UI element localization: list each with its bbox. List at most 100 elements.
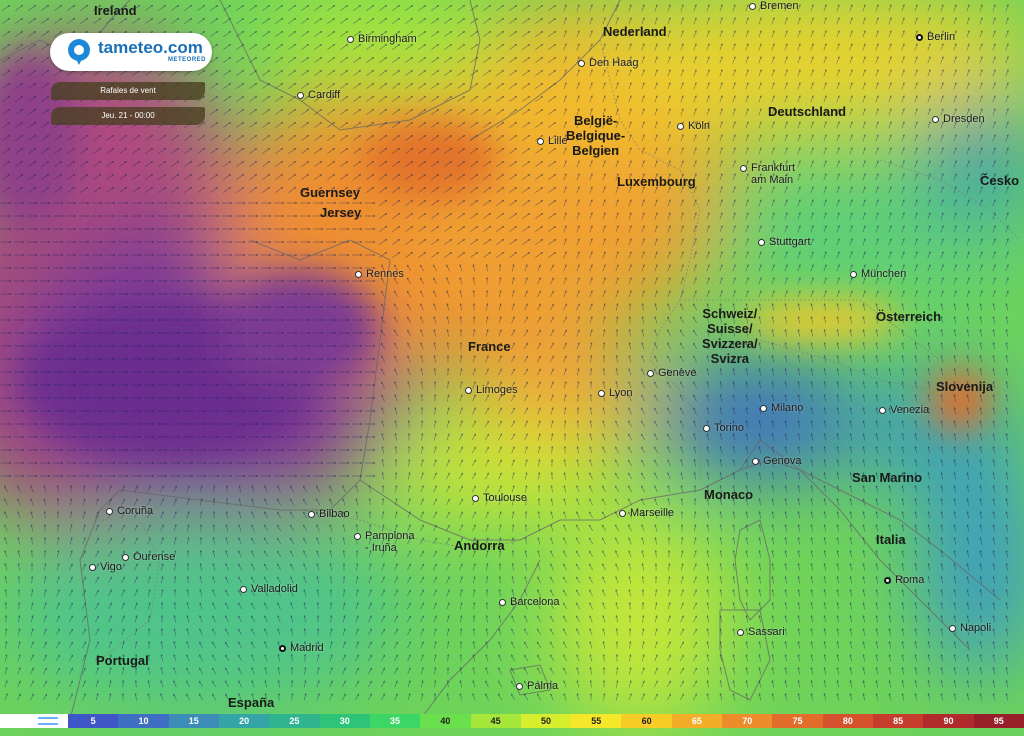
- city-label[interactable]: Milano: [760, 402, 803, 414]
- city-label[interactable]: Roma: [884, 574, 924, 586]
- city-label[interactable]: Frankfurt am Main: [740, 162, 795, 186]
- city-marker: [677, 122, 684, 130]
- city-label[interactable]: Birmingham: [347, 33, 417, 45]
- country-label: Monaco: [704, 487, 754, 502]
- city-label[interactable]: Pamplona - Iruña: [354, 530, 415, 554]
- city-label[interactable]: Lille: [537, 135, 568, 147]
- city-name: Vigo: [100, 561, 122, 573]
- city-marker: [89, 563, 96, 571]
- city-label[interactable]: Dresden: [932, 113, 985, 125]
- tameteo-logo[interactable]: tameteo.com METEORED: [50, 33, 212, 71]
- country-label: Ireland: [94, 3, 137, 18]
- city-marker: [850, 270, 857, 278]
- city-label[interactable]: Lyon: [598, 387, 632, 399]
- city-label[interactable]: Berlin: [916, 31, 955, 43]
- city-name: Berlin: [927, 31, 956, 43]
- city-label[interactable]: Madrid: [279, 642, 324, 654]
- city-marker: [879, 406, 886, 414]
- city-marker: [760, 404, 767, 412]
- city-name: Den Haag: [589, 57, 639, 69]
- city-marker: [598, 389, 605, 397]
- country-label: Jersey: [320, 205, 362, 220]
- country-label: Andorra: [454, 538, 505, 553]
- city-name: Genève: [658, 367, 697, 379]
- legend-cell: 30: [319, 714, 370, 728]
- city-label[interactable]: Palma: [516, 680, 558, 692]
- city-label[interactable]: Bilbao: [308, 508, 350, 520]
- city-marker: [916, 33, 923, 41]
- city-marker: [932, 115, 939, 123]
- country-label: Guernsey: [300, 185, 360, 200]
- city-label[interactable]: Marseille: [619, 507, 674, 519]
- city-name: Palma: [527, 680, 559, 692]
- city-label[interactable]: Toulouse: [472, 492, 527, 504]
- city-label[interactable]: Cardiff: [297, 89, 340, 101]
- city-label[interactable]: Köln: [677, 120, 710, 132]
- city-name: Lille: [548, 135, 568, 147]
- legend-cell: 90: [923, 714, 974, 728]
- legend-cell: 25: [269, 714, 320, 728]
- city-marker: [354, 532, 361, 540]
- city-label[interactable]: Genova: [752, 455, 802, 467]
- city-marker: [516, 682, 523, 690]
- country-label: France: [468, 339, 511, 354]
- legend-cell: 65: [671, 714, 723, 728]
- city-name: Limoges: [476, 384, 518, 396]
- city-marker: [240, 585, 247, 593]
- city-marker: [537, 137, 544, 145]
- city-label[interactable]: Napoli: [949, 622, 991, 634]
- city-name: Genova: [763, 455, 802, 467]
- city-marker: [297, 91, 304, 99]
- city-label[interactable]: Torino: [703, 422, 744, 434]
- city-label[interactable]: Valladolid: [240, 583, 298, 595]
- wind-gust-map[interactable]: Ireland Nederland België- Belgique- Belgien D…: [0, 0, 1024, 736]
- city-name: Madrid: [290, 642, 324, 654]
- city-name: Rennes: [366, 268, 404, 280]
- city-marker: [703, 424, 710, 432]
- legend-cell: 75: [772, 714, 823, 728]
- city-label[interactable]: Den Haag: [578, 57, 639, 69]
- legend-cell: 40: [420, 714, 471, 728]
- city-name: München: [861, 268, 907, 280]
- legend-cell: 20: [218, 714, 270, 728]
- city-name: Napoli: [960, 622, 992, 634]
- country-label: Portugal: [96, 653, 149, 668]
- city-label[interactable]: Vigo: [89, 561, 122, 573]
- legend-cell: 95: [973, 714, 1024, 728]
- city-label[interactable]: Bremen: [749, 0, 799, 12]
- logo-sub: METEORED: [168, 57, 207, 63]
- city-marker: [758, 238, 765, 246]
- city-label[interactable]: Limoges: [465, 384, 518, 396]
- city-name: Lyon: [609, 387, 633, 399]
- city-name: Köln: [688, 120, 711, 132]
- city-marker: [106, 507, 113, 515]
- legend-cell: 15: [168, 714, 219, 728]
- city-marker: [749, 2, 756, 10]
- legend-cell: 55: [571, 714, 622, 728]
- city-name: Ourense: [133, 551, 176, 563]
- legend-cell: 80: [822, 714, 873, 728]
- city-marker: [472, 494, 479, 502]
- city-label[interactable]: Stuttgart: [758, 236, 811, 248]
- country-label: Česko: [980, 173, 1020, 188]
- city-marker: [949, 624, 956, 632]
- city-name: Toulouse: [483, 492, 528, 504]
- time-label[interactable]: Jeu. 21 - 00:00: [51, 107, 205, 125]
- city-label[interactable]: Venezia: [879, 404, 929, 416]
- city-name: Coruña: [117, 505, 154, 517]
- city-label[interactable]: München: [850, 268, 906, 280]
- city-marker: [740, 164, 747, 172]
- city-label[interactable]: Sassari: [737, 626, 785, 638]
- country-label: Luxembourg: [617, 174, 696, 189]
- country-label: España: [228, 695, 275, 710]
- city-label[interactable]: Barcelona: [499, 596, 560, 608]
- city-label[interactable]: Ourense: [122, 551, 175, 563]
- city-name: Dresden: [943, 113, 985, 125]
- city-label[interactable]: Coruña: [106, 505, 153, 517]
- country-label: Italia: [876, 532, 906, 547]
- legend-cell: 5: [68, 714, 119, 728]
- city-marker: [355, 270, 362, 278]
- layer-label[interactable]: Rafales de vent: [51, 82, 205, 100]
- city-label[interactable]: Rennes: [355, 268, 404, 280]
- city-label[interactable]: Genève: [647, 367, 697, 379]
